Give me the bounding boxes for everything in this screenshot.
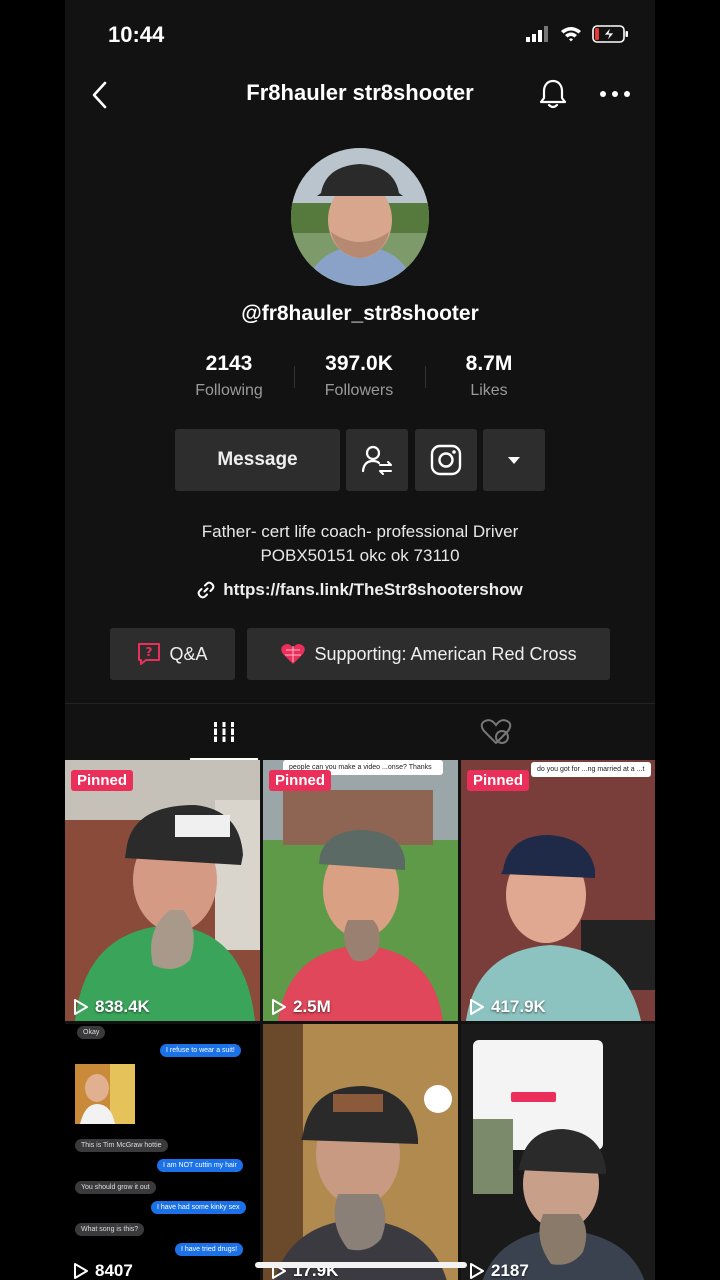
suggested-accounts-button[interactable]	[483, 429, 545, 491]
notification-bell-button[interactable]	[538, 78, 568, 115]
link-text: https://fans.link/TheStr8shootershow	[223, 580, 523, 599]
status-time: 10:44	[108, 22, 165, 47]
stat-followers[interactable]: 397.0K Followers	[294, 352, 424, 412]
view-count: 8407	[95, 1261, 133, 1280]
video-views: 2.5M	[271, 997, 331, 1017]
video-grid: Pinned 838.4K people can you make a vide…	[65, 760, 655, 1280]
more-dots-icon	[600, 91, 630, 97]
profile-header: Fr8hauler str8shooter	[65, 70, 655, 120]
view-count: 417.9K	[491, 997, 546, 1016]
avatar-photo	[291, 148, 429, 286]
hidden-heart-icon	[480, 719, 512, 745]
chat-bubble: I have tried drugs!	[175, 1243, 244, 1256]
home-indicator[interactable]	[255, 1262, 467, 1268]
caret-down-icon	[508, 457, 520, 464]
bio-line: POBX50151 okc ok 73110	[260, 546, 460, 565]
play-icon	[470, 1263, 484, 1279]
message-label: Message	[217, 449, 298, 470]
message-button[interactable]: Message	[175, 429, 340, 491]
video-views: 838.4K	[73, 997, 150, 1017]
profile-bio: Father- cert life coach- professional Dr…	[65, 520, 655, 568]
stat-likes[interactable]: 8.7M Likes	[424, 352, 554, 412]
chat-bubble: This is Tim McGraw hottie	[75, 1139, 168, 1152]
following-count: 2143	[205, 352, 253, 375]
chat-bubble: What song is this?	[75, 1223, 145, 1236]
svg-text:?: ?	[146, 645, 153, 659]
wifi-icon	[561, 27, 581, 42]
likes-label: Likes	[470, 382, 508, 399]
signal-icon	[526, 26, 548, 42]
link-icon	[197, 581, 215, 599]
video-thumbnail[interactable]: Okay I refuse to wear a suit! This is Ti…	[65, 1024, 260, 1280]
video-views: 2187	[469, 1261, 529, 1280]
video-thumbnail[interactable]: Pinned 838.4K	[65, 760, 260, 1021]
supporting-chip[interactable]: Supporting: American Red Cross	[247, 628, 610, 680]
grid-icon	[212, 722, 236, 742]
instagram-icon	[430, 444, 462, 476]
more-options-button[interactable]	[598, 80, 632, 113]
qa-chip[interactable]: ? Q&A	[110, 628, 235, 680]
view-count: 2187	[491, 1261, 529, 1280]
battery-icon	[592, 25, 628, 43]
pinned-badge: Pinned	[269, 770, 332, 791]
play-icon	[74, 999, 88, 1015]
profile-stats: 2143 Following 397.0K Followers 8.7M Lik…	[164, 352, 556, 412]
profile-handle: @fr8hauler_str8shooter	[241, 302, 479, 325]
globe-heart-icon	[281, 644, 306, 664]
stat-following[interactable]: 2143 Following	[164, 352, 294, 412]
video-frame	[461, 760, 655, 1021]
user-swap-icon	[361, 445, 392, 475]
video-caption: do you got for ...ng married at a ...t	[531, 762, 651, 777]
content-tabs	[65, 703, 655, 761]
qa-label: Q&A	[169, 643, 208, 664]
chat-bubble: I refuse to wear a suit!	[160, 1044, 241, 1057]
likes-count: 8.7M	[465, 352, 513, 375]
video-thumbnail[interactable]: people can you make a video ...onse? Tha…	[263, 760, 458, 1021]
video-frame	[263, 760, 458, 1021]
video-frame	[461, 1024, 655, 1280]
video-frame	[65, 760, 260, 1021]
profile-screen: 10:44 Fr8hauler str8shooter @fr8hauler_s…	[65, 0, 655, 1280]
chat-bubble: I am NOT cuttin my hair	[157, 1159, 243, 1172]
video-thumbnail[interactable]: 17.9K	[263, 1024, 458, 1280]
bell-icon	[539, 79, 567, 109]
chat-bubble: You should grow it out	[75, 1181, 156, 1194]
following-label: Following	[195, 382, 263, 399]
view-count: 838.4K	[95, 997, 150, 1016]
video-thumbnail[interactable]: 2187	[461, 1024, 655, 1280]
play-icon	[272, 999, 286, 1015]
status-bar: 10:44	[65, 0, 655, 70]
profile-link[interactable]: https://fans.link/TheStr8shootershow	[65, 580, 655, 600]
status-icons	[526, 24, 630, 44]
play-icon	[74, 1263, 88, 1279]
pinned-badge: Pinned	[71, 770, 134, 791]
instagram-button[interactable]	[415, 429, 477, 491]
bio-line: Father- cert life coach- professional Dr…	[201, 522, 519, 541]
tab-liked-videos[interactable]	[480, 718, 512, 751]
pinned-badge: Pinned	[467, 770, 530, 791]
view-count: 2.5M	[293, 997, 331, 1016]
play-icon	[470, 999, 484, 1015]
chat-bubble: I have had some kinky sex	[151, 1201, 246, 1214]
avatar[interactable]	[291, 148, 429, 286]
qa-icon: ?	[138, 643, 161, 665]
followers-label: Followers	[324, 382, 394, 399]
video-views: 8407	[73, 1261, 133, 1280]
video-views: 417.9K	[469, 997, 546, 1017]
followers-count: 397.0K	[325, 352, 393, 375]
follow-button[interactable]	[346, 429, 408, 491]
meme-image	[75, 1064, 135, 1124]
video-frame	[263, 1024, 458, 1280]
supporting-label: Supporting: American Red Cross	[314, 643, 577, 664]
tab-videos[interactable]	[190, 704, 258, 761]
video-thumbnail[interactable]: do you got for ...ng married at a ...t P…	[461, 760, 655, 1021]
chat-bubble: Okay	[77, 1026, 106, 1039]
